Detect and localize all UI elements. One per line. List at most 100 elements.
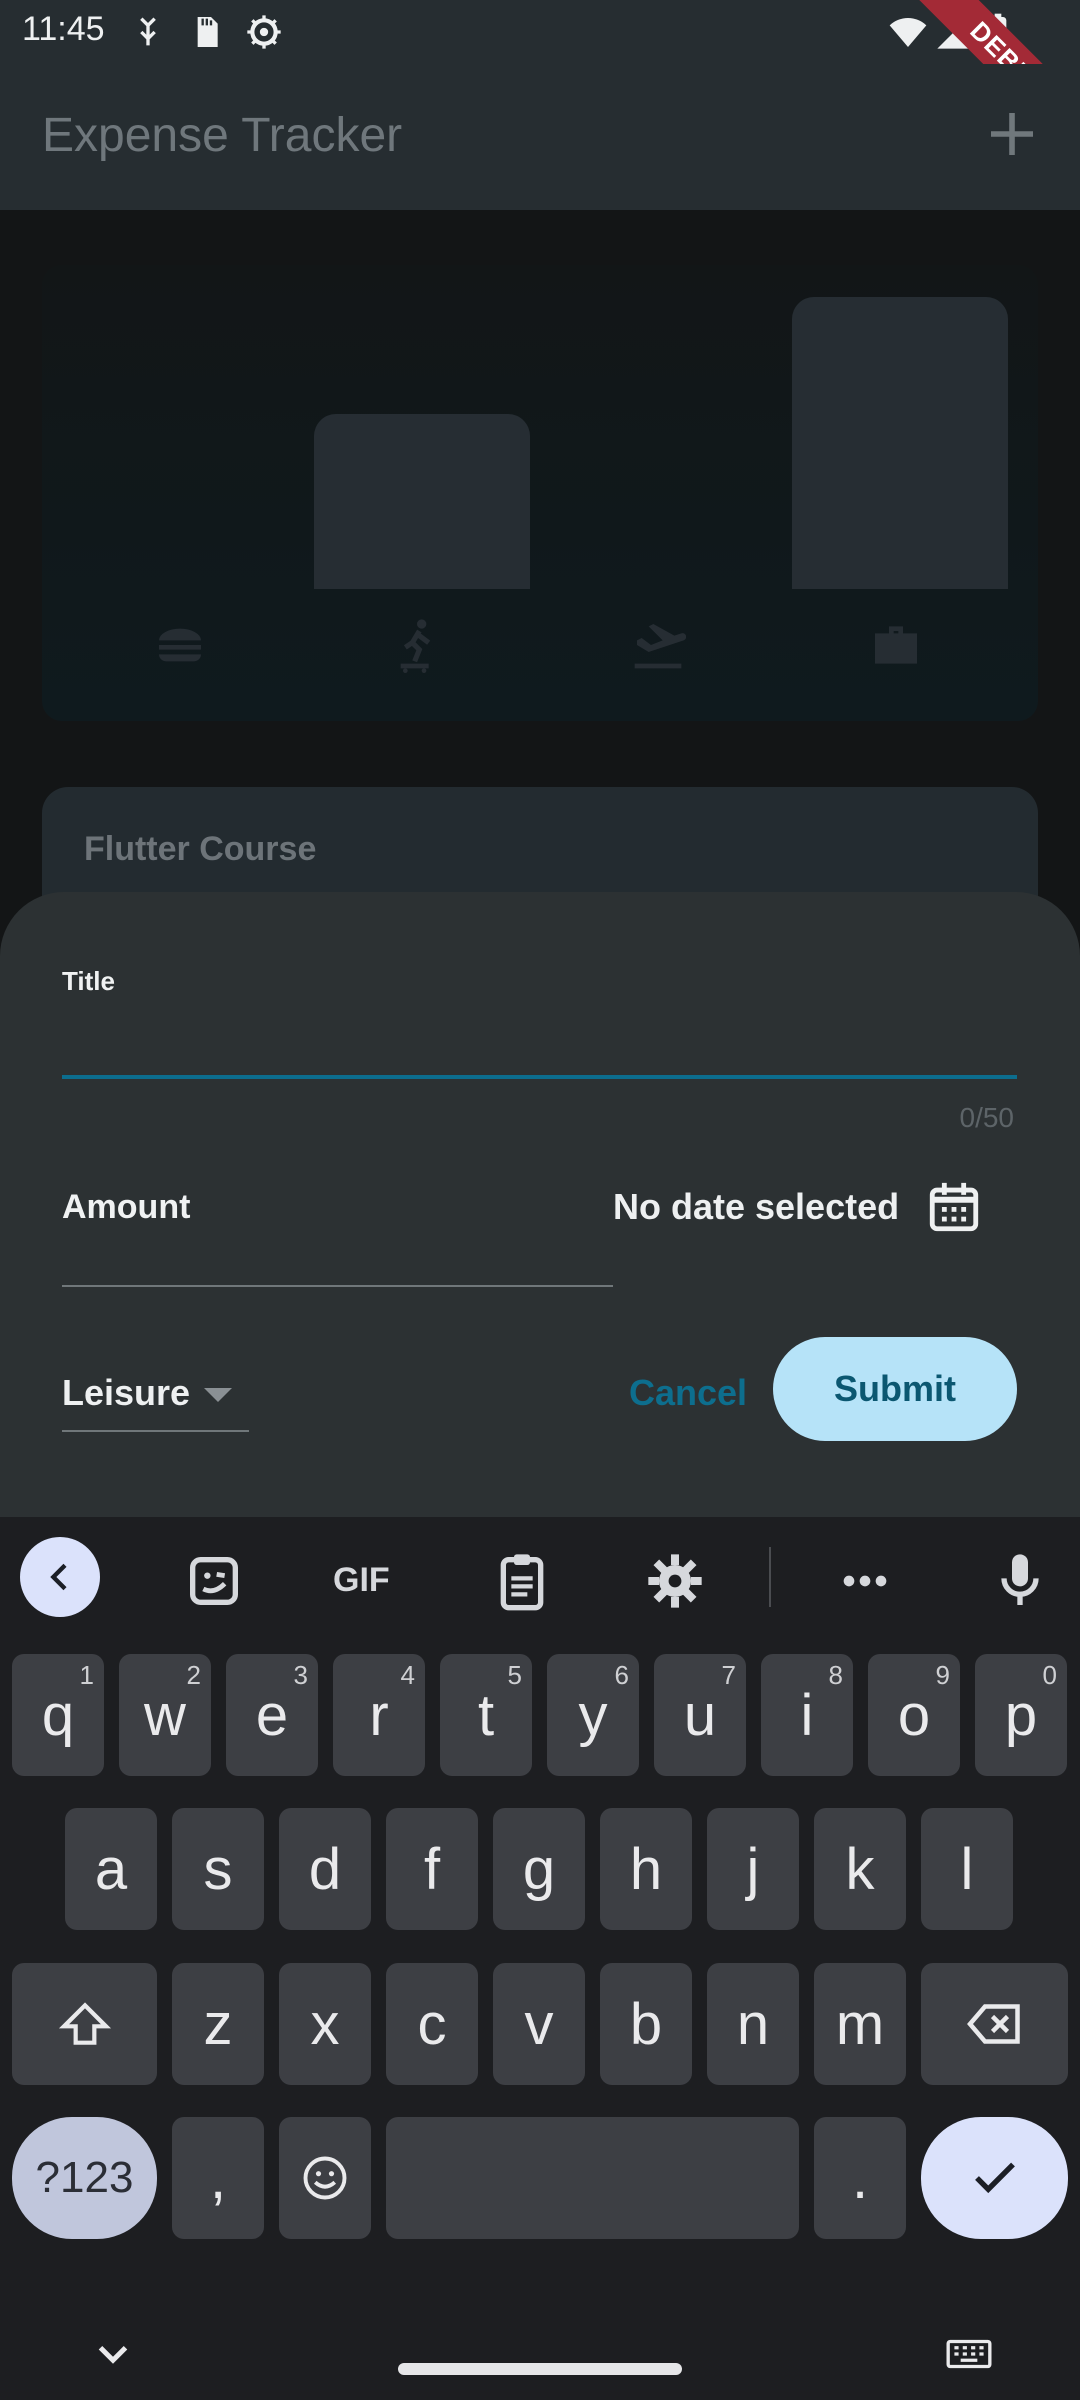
- key-c[interactable]: c: [386, 1963, 478, 2085]
- food-icon: [159, 628, 201, 662]
- key-l[interactable]: l: [921, 1808, 1013, 1930]
- key-label: c: [417, 1991, 447, 2057]
- chart-bar-leisure: [314, 414, 530, 589]
- new-expense-sheet: Title 0/50 Amount No date selected Leisu…: [0, 892, 1080, 1517]
- key-u[interactable]: u7: [654, 1654, 746, 1776]
- key-label: q: [41, 1682, 75, 1748]
- sd-card-icon: [197, 17, 218, 47]
- check-icon: [974, 2162, 1015, 2194]
- amount-field[interactable]: Amount: [62, 1188, 190, 1227]
- key-hint-number: 7: [721, 1660, 736, 1690]
- key-label: i: [800, 1682, 814, 1748]
- key-k[interactable]: k: [814, 1808, 906, 1930]
- key-icon: [140, 17, 156, 46]
- key-label: s: [203, 1836, 233, 1902]
- chevron-left-icon: [50, 1563, 67, 1591]
- key-s[interactable]: s: [172, 1808, 264, 1930]
- chart-bar-work: [792, 297, 1008, 589]
- clipboard-icon[interactable]: [490, 1549, 554, 1613]
- more-icon[interactable]: [833, 1549, 897, 1613]
- key-m[interactable]: m: [814, 1963, 906, 2085]
- symbols-key[interactable]: ?123: [12, 2117, 157, 2239]
- key-h[interactable]: h: [600, 1808, 692, 1930]
- key-w[interactable]: w2: [119, 1654, 211, 1776]
- gear-icon[interactable]: [643, 1549, 707, 1613]
- key-n[interactable]: n: [707, 1963, 799, 2085]
- key-label: x: [310, 1991, 340, 2057]
- hide-keyboard-chevron-icon[interactable]: [88, 2329, 138, 2379]
- keyboard-switch-icon[interactable]: [944, 2329, 994, 2379]
- key-i[interactable]: i8: [761, 1654, 853, 1776]
- soft-keyboard: GIF q1w2e3r4t5y6u7i8o9p0 asdfghjkl zxcvb…: [0, 1517, 1080, 2400]
- space-key[interactable]: [386, 2117, 799, 2239]
- work-icon: [875, 626, 917, 664]
- key-hint-number: 2: [186, 1660, 201, 1690]
- leisure-icon: [400, 619, 431, 673]
- category-selected: Leisure: [62, 1372, 191, 1413]
- emoji-key[interactable]: [279, 2117, 371, 2239]
- key-z[interactable]: z: [172, 1963, 264, 2085]
- title-input[interactable]: [62, 1010, 1017, 1070]
- comma-key[interactable]: ,: [172, 2117, 264, 2239]
- backspace-key[interactable]: [921, 1963, 1068, 2085]
- key-hint-number: 8: [828, 1660, 843, 1690]
- key-x[interactable]: x: [279, 1963, 371, 2085]
- wifi-icon: [889, 18, 927, 47]
- key-hint-number: 4: [400, 1660, 415, 1690]
- status-time: 11:45: [22, 10, 105, 48]
- key-label: k: [845, 1836, 875, 1902]
- period-key[interactable]: .: [814, 2117, 906, 2239]
- key-hint-number: 1: [79, 1660, 94, 1690]
- key-g[interactable]: g: [493, 1808, 585, 1930]
- key-j[interactable]: j: [707, 1808, 799, 1930]
- app-bar: Expense Tracker: [0, 64, 1080, 210]
- key-label: f: [423, 1836, 441, 1902]
- key-label: y: [578, 1682, 608, 1748]
- key-label: l: [960, 1836, 974, 1902]
- key-label: b: [629, 1991, 663, 2057]
- done-key[interactable]: [921, 2117, 1068, 2239]
- key-d[interactable]: d: [279, 1808, 371, 1930]
- date-text: No date selected: [613, 1186, 900, 1227]
- key-label: h: [629, 1836, 663, 1902]
- microphone-icon[interactable]: [988, 1549, 1052, 1613]
- key-hint-number: 9: [935, 1660, 950, 1690]
- key-f[interactable]: f: [386, 1808, 478, 1930]
- submit-button[interactable]: Submit: [773, 1337, 1017, 1441]
- app-title: Expense Tracker: [42, 109, 403, 162]
- key-y[interactable]: y6: [547, 1654, 639, 1776]
- calendar-icon[interactable]: [925, 1178, 983, 1236]
- key-label: t: [477, 1682, 495, 1748]
- key-q[interactable]: q1: [12, 1654, 104, 1776]
- key-label: j: [746, 1836, 760, 1902]
- key-e[interactable]: e3: [226, 1654, 318, 1776]
- expense-title: Flutter Course: [84, 830, 317, 868]
- travel-icon: [634, 624, 686, 669]
- key-b[interactable]: b: [600, 1963, 692, 2085]
- title-counter: 0/50: [959, 1102, 1015, 1133]
- key-label: u: [683, 1682, 717, 1748]
- key-v[interactable]: v: [493, 1963, 585, 2085]
- key-label: n: [736, 1991, 770, 2057]
- key-r[interactable]: r4: [333, 1654, 425, 1776]
- home-indicator[interactable]: [398, 2363, 682, 2375]
- key-label: d: [308, 1836, 342, 1902]
- key-label: w: [144, 1682, 186, 1748]
- key-hint-number: 6: [614, 1660, 629, 1690]
- backspace-icon: [966, 2004, 1020, 2044]
- key-o[interactable]: o9: [868, 1654, 960, 1776]
- category-dropdown[interactable]: Leisure: [62, 1362, 249, 1432]
- key-label: e: [255, 1682, 289, 1748]
- status-bar: 11:45 DEBUG: [0, 0, 1080, 168]
- gif-button[interactable]: GIF: [333, 1561, 390, 1600]
- amount-underline: [62, 1285, 613, 1287]
- keyboard-back-button[interactable]: [20, 1537, 100, 1617]
- sticker-icon[interactable]: [182, 1549, 246, 1613]
- key-t[interactable]: t5: [440, 1654, 532, 1776]
- key-a[interactable]: a: [65, 1808, 157, 1930]
- cancel-button[interactable]: Cancel: [618, 1360, 758, 1426]
- shift-key[interactable]: [12, 1963, 157, 2085]
- add-icon[interactable]: [984, 106, 1040, 162]
- key-hint-number: 5: [507, 1660, 522, 1690]
- key-p[interactable]: p0: [975, 1654, 1067, 1776]
